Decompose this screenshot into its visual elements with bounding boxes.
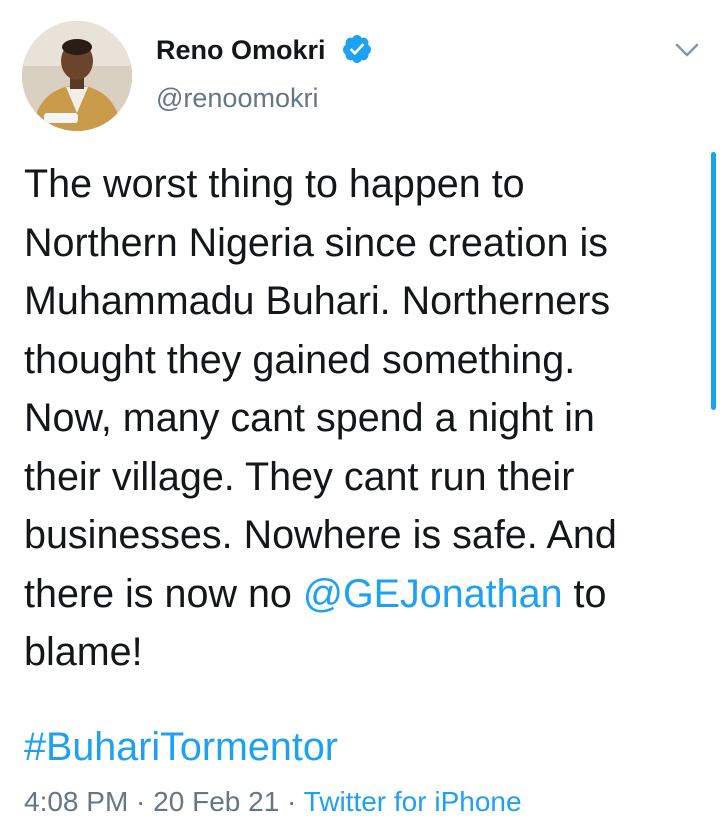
scrollbar[interactable] bbox=[711, 152, 716, 410]
meta-separator: · bbox=[279, 786, 304, 817]
tweet-text-line-mention: there is now no @GEJonathan to bbox=[24, 565, 694, 624]
tweet-date[interactable]: 20 Feb 21 bbox=[153, 786, 279, 817]
tweet-text-line: Northern Nigeria since creation is bbox=[24, 220, 608, 265]
tweet-text: The worst thing to happen to Northern Ni… bbox=[24, 155, 694, 682]
author-display-name[interactable]: Reno Omokri bbox=[156, 34, 326, 66]
tweet-text-line: their village. They cant run their bbox=[24, 454, 575, 499]
mention-link[interactable]: @GEJonathan bbox=[303, 572, 563, 616]
tweet-text-line: The worst thing to happen to bbox=[24, 162, 525, 206]
tweet-text-line: thought they gained something. bbox=[24, 337, 576, 382]
avatar-photo-icon bbox=[22, 21, 132, 131]
tweet-text-line: businesses. Nowhere is safe. And bbox=[24, 513, 617, 557]
chevron-down-icon[interactable] bbox=[671, 38, 703, 62]
tweet-text-line: Muhammadu Buhari. Northerners bbox=[24, 279, 611, 323]
author-handle[interactable]: @renoomokri bbox=[156, 82, 318, 114]
hashtag-link[interactable]: #BuhariTormentor bbox=[24, 725, 338, 769]
avatar[interactable] bbox=[22, 21, 132, 131]
tweet-text-line: Now, many cant spend a night in bbox=[24, 396, 595, 440]
hashtag-line: #BuhariTormentor bbox=[24, 718, 338, 776]
tweet-source-link[interactable]: Twitter for iPhone bbox=[304, 786, 522, 817]
tweet-text-segment: to bbox=[562, 571, 607, 616]
tweet-meta: 4:08 PM · 20 Feb 21 · Twitter for iPhone bbox=[24, 782, 522, 822]
verified-badge-icon bbox=[342, 35, 371, 63]
tweet-card: Reno Omokri @renoomokri The worst thing … bbox=[0, 0, 720, 828]
tweet-time[interactable]: 4:08 PM bbox=[24, 786, 128, 817]
tweet-text-segment: there is now no bbox=[24, 571, 303, 616]
meta-separator: · bbox=[128, 786, 154, 817]
tweet-text-line: blame! bbox=[24, 630, 143, 674]
